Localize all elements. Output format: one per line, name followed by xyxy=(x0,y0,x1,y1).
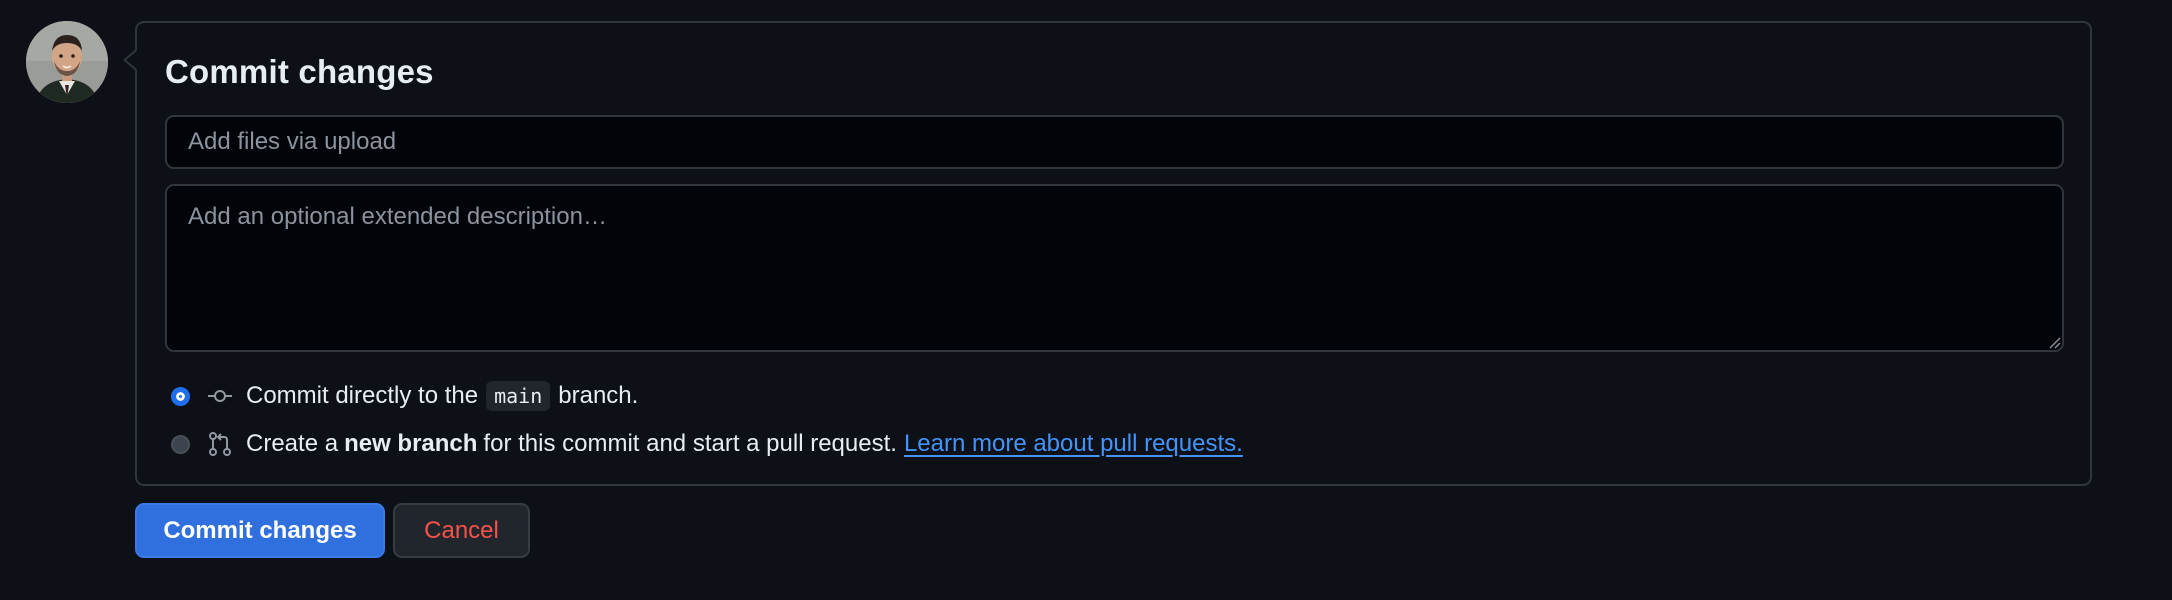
commit-title: Commit changes xyxy=(165,53,434,90)
user-avatar[interactable] xyxy=(26,21,108,103)
git-commit-icon xyxy=(207,383,233,409)
option-direct-suffix: branch. xyxy=(558,382,639,409)
option-commit-directly[interactable]: Commit directly to the main branch. xyxy=(171,379,638,413)
learn-more-link[interactable]: Learn more about pull requests. xyxy=(904,430,1243,458)
commit-changes-button[interactable]: Commit changes xyxy=(135,503,385,558)
cancel-button[interactable]: Cancel xyxy=(393,503,530,558)
git-pull-request-icon xyxy=(207,431,233,457)
option-direct-prefix: Commit directly to the xyxy=(246,382,479,409)
panel-caret-fill xyxy=(126,50,138,70)
option-new-prefix: Create a xyxy=(246,430,339,457)
resize-grip-icon[interactable] xyxy=(2047,335,2061,349)
commit-summary-input[interactable] xyxy=(165,115,2064,169)
branch-name-badge: main xyxy=(486,381,551,411)
option-new-branch[interactable]: Create a new branch for this commit and … xyxy=(171,427,1243,461)
commit-panel: Commit changes Commit directly to the ma… xyxy=(123,21,2092,486)
option-new-suffix: for this commit and start a pull request… xyxy=(483,430,897,457)
commit-description-input[interactable] xyxy=(165,184,2064,352)
option-new-bold: new branch xyxy=(344,430,478,457)
radio-new-branch[interactable] xyxy=(171,434,190,454)
avatar-image xyxy=(26,21,108,103)
radio-commit-directly[interactable] xyxy=(171,386,190,406)
